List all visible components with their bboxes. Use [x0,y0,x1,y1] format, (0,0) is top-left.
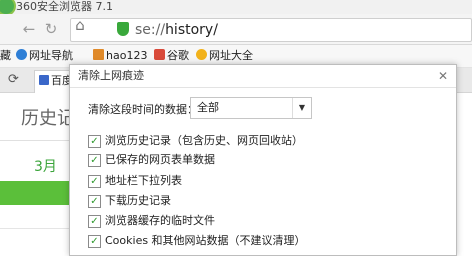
chevron-down-icon[interactable]: ▼ [292,98,311,118]
google-icon [154,49,165,60]
baidu-icon [39,75,49,85]
bookmark-item[interactable]: 网址导航 [16,45,73,67]
address-dropdown-checkbox[interactable]: ✓ [88,175,101,188]
bookmark-label: 藏 [0,49,11,62]
address-bar[interactable]: ⌂ se://history/ [69,15,472,42]
back-arrow-icon[interactable]: ← [18,19,40,39]
divider [0,140,80,141]
form-data-checkbox[interactable]: ✓ [88,154,101,167]
url-text[interactable]: se://history/ [135,19,218,41]
time-range-label: 清除这段时间的数据： [88,103,198,116]
month-highlight-bar [0,181,80,205]
url-path: history/ [165,22,218,38]
home-icon[interactable]: ⌂ [69,15,91,35]
dialog-header: 清除上网痕迹 ✕ [70,65,456,88]
star-icon [196,49,207,60]
hao123-icon [93,49,104,60]
option-label: 已保存的网页表单数据 [105,153,215,166]
option-label: 浏览历史记录（包含历史、网页回收站） [105,134,303,147]
tab-list-icon[interactable]: ⟳ [8,72,19,87]
clear-browsing-data-dialog: 清除上网痕迹 ✕ 清除这段时间的数据： 全部 ▼ ✓ 浏览历史记录（包含历史、网… [69,64,457,256]
cookies-checkbox[interactable]: ✓ [88,235,101,248]
option-label: 浏览器缓存的临时文件 [105,214,215,227]
download-history-checkbox[interactable]: ✓ [88,195,101,208]
option-label: 下载历史记录 [105,194,171,207]
option-label: 地址栏下拉列表 [105,174,182,187]
navigation-bar: ← ↻ ⌂ se://history/ [0,14,472,45]
reload-icon[interactable]: ↻ [40,19,62,39]
time-range-value: 全部 [197,101,219,114]
cache-files-checkbox[interactable]: ✓ [88,215,101,228]
page-title: 历史记 [21,108,75,129]
bookmark-label: 网址大全 [209,49,253,62]
bookmark-label: 谷歌 [167,49,189,62]
browsing-history-checkbox[interactable]: ✓ [88,135,101,148]
url-scheme: se:// [135,22,166,38]
time-range-select[interactable]: 全部 ▼ [190,97,312,119]
close-icon[interactable]: ✕ [438,65,448,87]
option-label: Cookies 和其他网站数据（不建议清理） [105,234,306,247]
bookmark-label: 网址导航 [29,49,73,62]
month-label[interactable]: 3月 [34,156,57,176]
divider [0,228,80,229]
window-title: 360安全浏览器 7.1 [16,0,113,13]
globe-icon [16,49,27,60]
bookmark-item[interactable]: 藏 [0,45,11,67]
security-shield-icon [117,22,129,36]
bookmark-label: hao123 [106,49,148,62]
title-bar: 360安全浏览器 7.1 [0,0,472,16]
dialog-title: 清除上网痕迹 [78,69,144,82]
